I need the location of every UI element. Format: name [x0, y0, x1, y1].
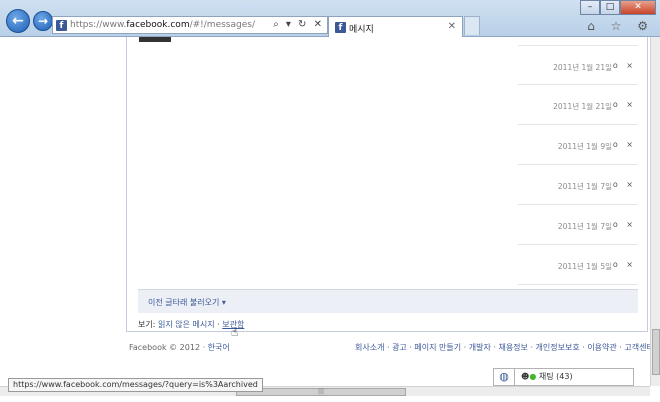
address-actions-icon[interactable]: ⌕ ▾ ↻ ✕	[273, 19, 324, 30]
minimize-button[interactable]: –	[580, 0, 600, 15]
message-actions-icon[interactable]: o ×	[613, 140, 636, 149]
facebook-favicon-icon: f	[335, 22, 346, 33]
browser-toolbar: ← → f https://www.facebook.com/#!/messag…	[0, 0, 660, 37]
message-date: 2011년 1월 5일	[557, 262, 612, 271]
message-actions-icon[interactable]: o ×	[613, 180, 636, 189]
unread-messages-link[interactable]: 읽지 않은 메시지	[158, 320, 215, 329]
back-button[interactable]: ←	[6, 9, 30, 33]
address-bar[interactable]: f https://www.facebook.com/#!/messages/ …	[52, 16, 328, 34]
message-date: 2011년 1월 7일	[557, 222, 612, 231]
message-date: 2011년 1월 21일	[553, 63, 612, 72]
new-tab-button[interactable]	[464, 16, 480, 35]
close-tab-icon[interactable]: ✕	[448, 21, 456, 32]
message-date: 2011년 1월 9일	[557, 142, 612, 151]
tab-title: 메시지	[349, 25, 374, 35]
message-row[interactable]: 2011년 1월 7일 o ×	[518, 205, 638, 245]
view-label: 보기:	[138, 320, 158, 329]
page-content: 2011년 1월 21일 o × 2011년 1월 21일 o × 2011년 …	[0, 37, 650, 386]
hand-cursor-icon: ☝	[231, 325, 239, 339]
status-url-tooltip: https://www.facebook.com/messages/?query…	[8, 378, 263, 392]
message-row[interactable]: 2011년 1월 9일 o ×	[518, 125, 638, 165]
message-actions-icon[interactable]: o ×	[613, 260, 636, 269]
message-row[interactable]: 2011년 1월 5일 o ×	[518, 245, 638, 285]
maximize-button[interactable]: □	[600, 0, 620, 15]
chat-sidebar-button[interactable]: ☻● 채팅 (43)	[514, 368, 634, 386]
message-date: 2011년 1월 7일	[557, 182, 612, 191]
window-controls: – □ ✕	[580, 0, 656, 16]
footer-links[interactable]: 회사소개 · 광고 · 페이지 만들기 · 개발자 · 채용정보 · 개인정보보…	[355, 342, 650, 353]
tab-messages[interactable]: f 메시지 ✕	[328, 16, 463, 37]
load-older-threads-link[interactable]: 이전 글타래 불러오기 ▾	[148, 297, 226, 308]
notifications-globe-icon[interactable]: ◍	[493, 368, 515, 386]
message-actions-icon[interactable]: o ×	[613, 100, 636, 109]
close-window-button[interactable]: ✕	[620, 0, 656, 15]
profile-thumbnail[interactable]	[139, 37, 171, 42]
message-actions-icon[interactable]: o ×	[613, 220, 636, 229]
copyright-text: Facebook © 2012 ·	[129, 343, 208, 352]
view-filter: 보기: 읽지 않은 메시지 · 보관함	[138, 319, 244, 330]
online-dot-icon: ●	[529, 372, 537, 381]
message-row[interactable]: 2011년 1월 21일 o ×	[518, 85, 638, 125]
home-favorites-settings-icon[interactable]: ⌂ ☆ ⚙	[587, 19, 654, 33]
older-threads-bar: 이전 글타래 불러오기 ▾	[138, 289, 638, 313]
message-date: 2011년 1월 21일	[553, 102, 612, 111]
message-actions-icon[interactable]: o ×	[613, 61, 636, 70]
arrow-right-icon: →	[37, 14, 49, 28]
chat-label: 채팅 (43)	[538, 372, 573, 381]
arrow-left-icon: ←	[12, 13, 24, 29]
footer-copyright: Facebook © 2012 · 한국어	[129, 342, 230, 353]
vertical-scrollbar[interactable]	[650, 37, 660, 386]
language-link[interactable]: 한국어	[208, 343, 230, 352]
url-text: https://www.facebook.com/#!/messages/	[70, 20, 255, 30]
forward-button[interactable]: →	[33, 11, 53, 31]
facebook-favicon-icon: f	[56, 20, 67, 31]
message-row[interactable]: 2011년 1월 21일 o ×	[518, 45, 638, 85]
message-row[interactable]: 2011년 1월 7일 o ×	[518, 165, 638, 205]
vertical-scroll-thumb[interactable]	[652, 329, 660, 375]
